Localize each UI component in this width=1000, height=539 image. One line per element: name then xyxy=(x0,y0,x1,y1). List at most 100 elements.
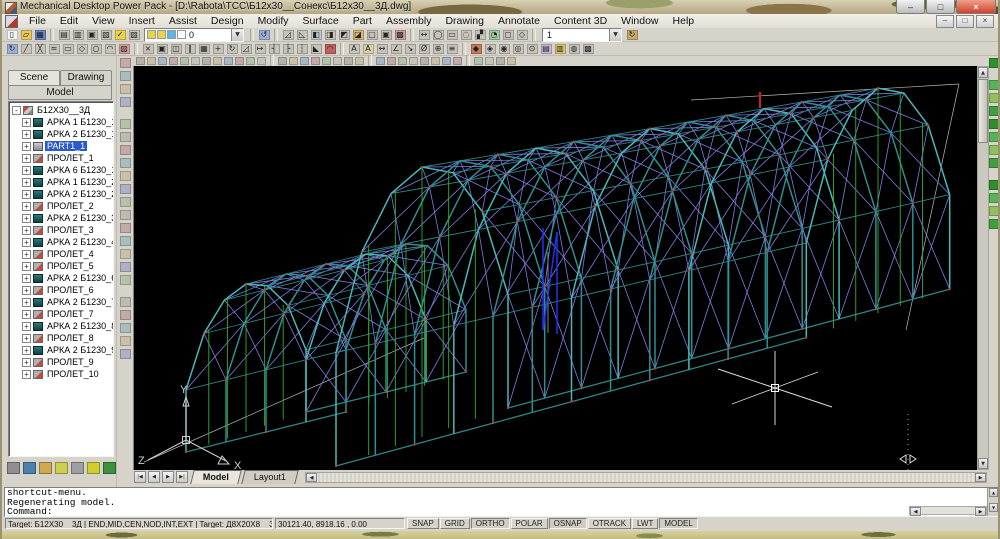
browser-tool-7-icon[interactable] xyxy=(103,462,116,474)
tree-item[interactable]: +АРКА 1 Б1230_2 xyxy=(9,176,113,188)
circle-icon[interactable]: ○ xyxy=(89,42,103,55)
sheet-tab-layout1[interactable]: Layout1 xyxy=(241,470,299,484)
toggle-polar[interactable]: POLAR xyxy=(511,518,548,529)
modeling-tool-5-icon[interactable] xyxy=(119,117,133,130)
mdt-tool-6-icon[interactable] xyxy=(190,57,201,66)
mdi-restore-button[interactable]: □ xyxy=(956,15,974,28)
tree-expander[interactable]: + xyxy=(22,166,31,175)
3d-chamfer-icon[interactable]: ◉ xyxy=(497,42,511,55)
tree-item[interactable]: +АРКА 2 Б1230_8 xyxy=(9,320,113,332)
chevron-down-icon[interactable]: ▼ xyxy=(609,29,621,41)
scene-tool-5-icon[interactable] xyxy=(988,117,1000,130)
rectangle-icon[interactable]: ▭ xyxy=(61,42,75,55)
tree-item[interactable]: +АРКА 2 Б1230_9 xyxy=(9,344,113,356)
toggle-otrack[interactable]: OTRACK xyxy=(588,518,631,529)
line-icon[interactable]: ╱ xyxy=(19,42,33,55)
chamfer-icon[interactable]: ◣ xyxy=(309,42,323,55)
tree-item[interactable]: +АРКА 2 Б1230_3 xyxy=(9,212,113,224)
modeling-tool-3-icon[interactable] xyxy=(119,82,133,95)
menu-drawing[interactable]: Drawing xyxy=(438,14,491,28)
tree-item[interactable]: +ПРОЛЕТ_6 xyxy=(9,284,113,296)
tab-scene[interactable]: Scene xyxy=(8,70,60,86)
scroll-right-icon[interactable]: ▶ xyxy=(975,473,986,482)
scroll-up-icon[interactable]: ▲ xyxy=(978,67,988,78)
tree-item[interactable]: +PART1_1 xyxy=(9,140,113,152)
front-view-icon[interactable]: ◻ xyxy=(501,28,515,41)
mdt-options-icon[interactable]: ▩ xyxy=(393,28,407,41)
mtext-icon[interactable]: A xyxy=(361,42,375,55)
modeling-tool-22-icon[interactable] xyxy=(119,347,133,360)
balloon-icon[interactable]: ◍ xyxy=(567,42,581,55)
break-icon[interactable]: ┆ xyxy=(295,42,309,55)
tree-expander[interactable]: + xyxy=(22,250,31,259)
tree-expander[interactable]: + xyxy=(22,262,31,271)
plot-icon[interactable]: ▥ xyxy=(71,28,85,41)
tree-item[interactable]: +ПРОЛЕТ_10 xyxy=(9,368,113,380)
tree-expander[interactable]: + xyxy=(22,310,31,319)
mdt-tool-11-icon[interactable] xyxy=(245,57,256,66)
chevron-down-icon[interactable]: ▼ xyxy=(231,29,243,41)
pan-realtime-icon[interactable]: ↔ xyxy=(417,28,431,41)
mdt-tool-15-icon[interactable] xyxy=(299,57,310,66)
tree-item[interactable]: +ПРОЛЕТ_2 xyxy=(9,200,113,212)
sheet-tab-model[interactable]: Model xyxy=(190,470,241,484)
bom-database-icon[interactable]: ▥ xyxy=(553,42,567,55)
menu-edit[interactable]: Edit xyxy=(53,14,85,28)
scroll-down-icon[interactable]: ▼ xyxy=(978,458,988,469)
drawing-view-icon[interactable]: ▢ xyxy=(365,28,379,41)
tree-item[interactable]: +АРКА 1 Б1230_1 xyxy=(9,116,113,128)
modeling-tool-4-icon[interactable] xyxy=(119,95,133,108)
modeling-tool-11-icon[interactable] xyxy=(119,195,133,208)
tree-expander[interactable]: + xyxy=(22,298,31,307)
iso-view-icon[interactable]: ◇ xyxy=(515,28,529,41)
tree-expander[interactable]: + xyxy=(22,118,31,127)
modeling-tool-19-icon[interactable] xyxy=(119,308,133,321)
modeling-tool-13-icon[interactable] xyxy=(119,221,133,234)
menu-assist[interactable]: Assist xyxy=(162,14,204,28)
mdt-tool-25-icon[interactable] xyxy=(419,57,430,66)
mdt-tool-12-icon[interactable] xyxy=(256,57,267,66)
copy-object-icon[interactable]: ▣ xyxy=(155,42,169,55)
mdt-tool-32-icon[interactable] xyxy=(506,57,517,66)
match-properties-icon[interactable]: ▨ xyxy=(127,28,141,41)
mdt-tool-27-icon[interactable] xyxy=(441,57,452,66)
sheet-nav-2-icon[interactable]: ▶ xyxy=(162,471,174,483)
mdt-tool-18-icon[interactable] xyxy=(332,57,343,66)
modeling-tool-17-icon[interactable] xyxy=(119,273,133,286)
tree-expander[interactable]: + xyxy=(22,178,31,187)
tree-item[interactable]: +ПРОЛЕТ_4 xyxy=(9,248,113,260)
vscroll-thumb[interactable] xyxy=(978,79,988,143)
tree-expander[interactable]: + xyxy=(22,130,31,139)
scene-tool-12-icon[interactable] xyxy=(988,217,1000,230)
style-combo[interactable]: 1▼ xyxy=(542,28,622,42)
tab-drawing[interactable]: Drawing xyxy=(60,70,112,86)
modeling-tool-20-icon[interactable] xyxy=(119,321,133,334)
erase-icon[interactable]: × xyxy=(141,42,155,55)
browser-tool-3-icon[interactable] xyxy=(39,462,52,474)
scene-tool-3-icon[interactable] xyxy=(988,91,1000,104)
dim-linear-icon[interactable]: ↔ xyxy=(375,42,389,55)
cmd-scroll-up-icon[interactable]: ▲ xyxy=(989,488,998,497)
tree-item[interactable]: +ПРОЛЕТ_7 xyxy=(9,308,113,320)
move-icon[interactable]: + xyxy=(211,42,225,55)
extend-icon[interactable]: ├ xyxy=(281,42,295,55)
tree-expander[interactable]: + xyxy=(22,322,31,331)
mdt-tool-3-icon[interactable] xyxy=(157,57,168,66)
viewport-hscrollbar[interactable]: ◀ ▶ xyxy=(305,472,987,483)
scene-tool-2-icon[interactable] xyxy=(988,78,1000,91)
copy-clip-icon[interactable]: ▣ xyxy=(85,28,99,41)
named-views-icon[interactable]: ▞ xyxy=(473,28,487,41)
parts-list-icon[interactable]: ▩ xyxy=(581,42,595,55)
menu-annotate[interactable]: Annotate xyxy=(491,14,547,28)
menu-surface[interactable]: Surface xyxy=(296,14,346,28)
modeling-tool-12-icon[interactable] xyxy=(119,208,133,221)
toggle-grid[interactable]: GRID xyxy=(440,518,470,529)
center-mark-icon[interactable]: ⊕ xyxy=(431,42,445,55)
toggle-snap[interactable]: SNAP xyxy=(407,518,439,529)
toggle-osnap[interactable]: OSNAP xyxy=(549,518,587,529)
stretch-icon[interactable]: ↦ xyxy=(253,42,267,55)
menu-file[interactable]: File xyxy=(22,14,53,28)
menu-help[interactable]: Help xyxy=(666,14,702,28)
construction-line-icon[interactable]: ╳ xyxy=(33,42,47,55)
dim-style-icon[interactable]: ≡ xyxy=(445,42,459,55)
